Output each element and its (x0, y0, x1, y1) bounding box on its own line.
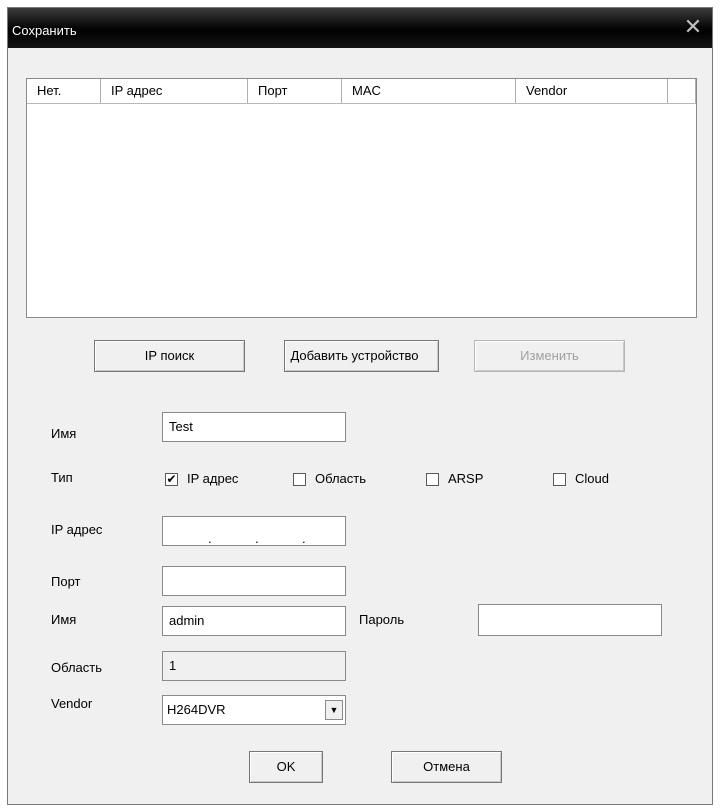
name-label: Имя (51, 426, 77, 441)
password-input[interactable] (478, 604, 662, 636)
column-header-mac[interactable]: MAC (342, 79, 516, 103)
ip-address-label: IP адрес (51, 522, 103, 537)
title-bar: Сохранить ✕ (8, 8, 712, 48)
type-cloud-label: Cloud (575, 471, 609, 486)
add-device-button[interactable]: Добавить устройство (284, 340, 439, 372)
type-area-label: Область (315, 471, 367, 486)
vendor-label: Vendor (51, 696, 93, 711)
user-input[interactable]: admin (162, 606, 346, 636)
cancel-button[interactable]: Отмена (391, 751, 502, 783)
area-input: 1 (162, 651, 346, 681)
close-icon[interactable]: ✕ (682, 15, 704, 39)
port-label: Порт (51, 574, 81, 589)
column-header-port[interactable]: Порт (248, 79, 342, 103)
type-area-checkbox[interactable] (293, 473, 306, 486)
password-label: Пароль (359, 612, 405, 627)
chevron-down-icon[interactable]: ▼ (325, 700, 343, 720)
device-list[interactable]: Нет. IP адрес Порт MAC Vendor (26, 78, 697, 318)
type-ip-checkbox[interactable]: ✔ (165, 473, 178, 486)
type-cloud-checkbox[interactable] (553, 473, 566, 486)
name-input[interactable]: Test (162, 412, 346, 442)
ip-separator: . (302, 531, 306, 546)
edit-button[interactable]: Изменить (474, 340, 625, 372)
ip-address-input[interactable]: . . . (162, 516, 346, 546)
column-header-extra[interactable] (668, 79, 696, 103)
ip-separator: . (208, 531, 212, 546)
type-arsp-checkbox[interactable] (426, 473, 439, 486)
ip-search-button[interactable]: IP поиск (94, 340, 245, 372)
port-input[interactable] (162, 566, 346, 596)
ok-button[interactable]: OK (249, 751, 323, 783)
save-dialog: Сохранить ✕ Нет. IP адрес Порт MAC Vendo… (7, 7, 713, 805)
type-arsp-label: ARSP (448, 471, 484, 486)
vendor-select[interactable]: H264DVR ▼ (162, 695, 346, 725)
column-header-ip[interactable]: IP адрес (101, 79, 248, 103)
type-ip-label: IP адрес (187, 471, 239, 486)
user-label: Имя (51, 612, 77, 627)
vendor-value: H264DVR (167, 702, 226, 717)
device-list-header: Нет. IP адрес Порт MAC Vendor (27, 79, 696, 104)
column-header-vendor[interactable]: Vendor (516, 79, 668, 103)
ip-separator: . (255, 531, 259, 546)
area-label: Область (51, 660, 103, 675)
column-header-number[interactable]: Нет. (27, 79, 101, 103)
dialog-title: Сохранить (12, 23, 77, 38)
type-label: Тип (51, 470, 73, 485)
